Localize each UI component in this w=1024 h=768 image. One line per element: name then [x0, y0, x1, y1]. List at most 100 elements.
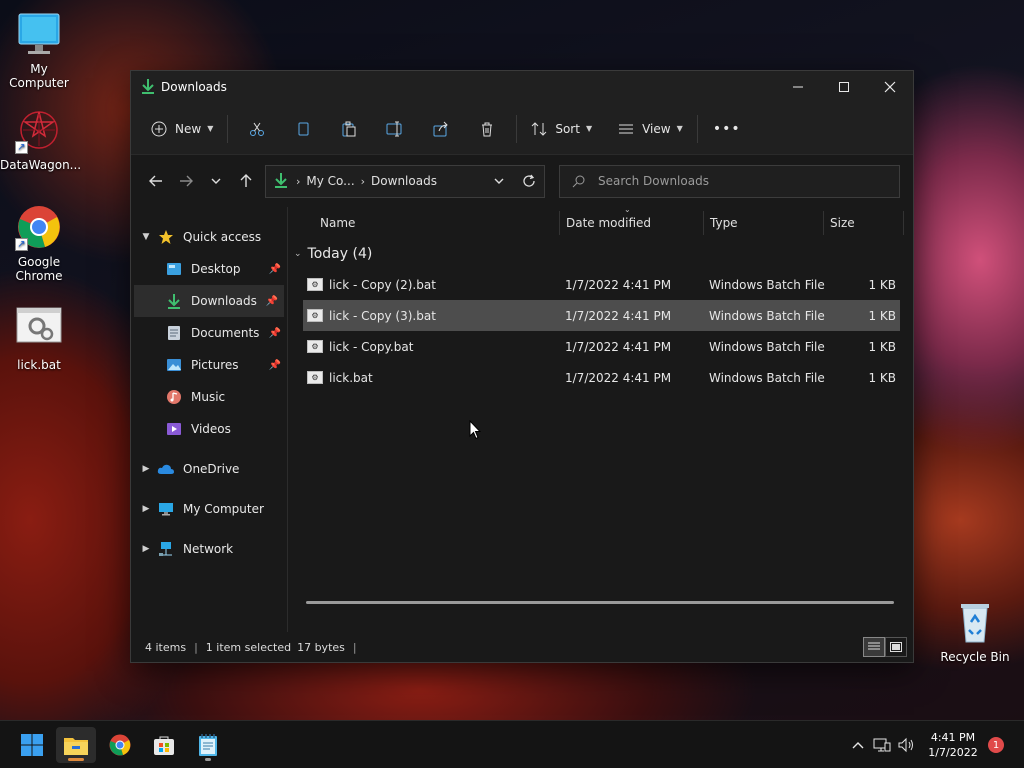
nav-label: Music — [191, 390, 226, 404]
file-row[interactable]: ⚙ lick - Copy (3).bat 1/7/2022 4:41 PM Wind… — [303, 300, 900, 331]
window-title: Downloads — [161, 80, 227, 94]
back-button[interactable] — [141, 166, 171, 196]
chevron-right-icon[interactable]: ▶ — [135, 464, 157, 474]
running-indicator — [205, 758, 211, 761]
forward-button[interactable] — [171, 166, 201, 196]
file-size: 1 KB — [868, 308, 896, 323]
nav-desktop[interactable]: Desktop 📌 — [131, 253, 287, 285]
file-size: 1 KB — [868, 370, 896, 385]
delete-button[interactable] — [464, 112, 510, 146]
batch-file-icon: ⚙ — [307, 371, 323, 384]
address-bar[interactable]: › My Co... › Downloads — [265, 164, 545, 198]
clock[interactable]: 4:41 PM 1/7/2022 — [922, 730, 984, 760]
batch-file-icon: ⚙ — [307, 340, 323, 353]
sort-indicator-icon: ⌄ — [624, 205, 631, 214]
large-icons-view-button[interactable] — [885, 637, 907, 657]
copy-button[interactable] — [280, 112, 326, 146]
file-name: lick - Copy.bat — [329, 339, 414, 354]
breadcrumb-downloads[interactable]: Downloads — [371, 174, 437, 188]
pin-icon: 📌 — [268, 263, 281, 275]
search-placeholder: Search Downloads — [598, 174, 709, 188]
nav-music[interactable]: Music — [131, 381, 287, 413]
horizontal-scrollbar[interactable] — [306, 601, 894, 604]
column-header-date[interactable]: ⌄ Date modified — [560, 205, 704, 235]
pin-icon: 📌 — [268, 359, 281, 371]
refresh-button[interactable] — [514, 166, 544, 196]
search-input[interactable]: Search Downloads — [559, 164, 900, 198]
nav-label: OneDrive — [183, 462, 240, 476]
show-hidden-icons-button[interactable] — [846, 740, 870, 750]
chevron-right-icon[interactable]: ▶ — [135, 504, 157, 514]
desktop-icon-chrome[interactable]: ↗ Google Chrome — [0, 203, 78, 283]
notification-badge[interactable]: 1 — [988, 737, 1004, 753]
nav-label: Quick access — [183, 230, 262, 244]
pictures-icon — [165, 357, 183, 373]
file-explorer-window: Downloads New ▼ Sort ▼ View ▼ ••• › My C… — [130, 70, 914, 663]
start-button[interactable] — [12, 727, 52, 763]
shortcut-arrow-icon: ↗ — [15, 238, 28, 251]
column-header-name[interactable]: Name — [288, 211, 560, 235]
chevron-down-icon: ⌄ — [294, 249, 302, 259]
nav-documents[interactable]: Documents 📌 — [131, 317, 287, 349]
chrome-icon: ↗ — [15, 203, 63, 251]
volume-button[interactable] — [894, 737, 918, 753]
paste-button[interactable] — [326, 112, 372, 146]
recent-locations-button[interactable] — [201, 166, 231, 196]
sort-button[interactable]: Sort ▼ — [523, 112, 600, 146]
new-button[interactable]: New ▼ — [143, 112, 221, 146]
column-header-type[interactable]: Type — [704, 211, 824, 235]
taskbar-notepad[interactable] — [188, 727, 228, 763]
taskbar-store[interactable] — [144, 727, 184, 763]
minimize-button[interactable] — [775, 71, 821, 103]
file-type: Windows Batch File — [709, 339, 825, 354]
nav-videos[interactable]: Videos — [131, 413, 287, 445]
desktop-icon-lick-bat[interactable]: lick.bat — [0, 306, 78, 372]
breadcrumb-my-computer[interactable]: My Co... — [306, 174, 354, 188]
desktop-icon-datawagon[interactable]: ↗ DataWagon... — [0, 106, 81, 172]
nav-label: Downloads — [191, 294, 257, 308]
chrome-icon — [109, 734, 131, 756]
monitor-icon — [15, 10, 63, 58]
details-view-button[interactable] — [863, 637, 885, 657]
file-date: 1/7/2022 4:41 PM — [565, 370, 672, 385]
up-button[interactable] — [231, 166, 261, 196]
close-button[interactable] — [867, 71, 913, 103]
desktop-icon-recycle-bin[interactable]: Recycle Bin — [936, 598, 1014, 664]
nav-pictures[interactable]: Pictures 📌 — [131, 349, 287, 381]
nav-label: Desktop — [191, 262, 241, 276]
nav-onedrive[interactable]: ▶ OneDrive — [131, 453, 287, 485]
cut-button[interactable] — [234, 112, 280, 146]
videos-icon — [165, 421, 183, 437]
chevron-right-icon[interactable]: ▶ — [135, 544, 157, 554]
nav-label: Documents — [191, 326, 260, 340]
maximize-button[interactable] — [821, 71, 867, 103]
taskbar-chrome[interactable] — [100, 727, 140, 763]
download-arrow-icon — [165, 293, 183, 309]
batch-file-icon: ⚙ — [307, 278, 323, 291]
network-status-button[interactable] — [870, 737, 894, 753]
file-row[interactable]: ⚙ lick - Copy (2).bat 1/7/2022 4:41 PM Wind… — [303, 269, 900, 300]
nav-network[interactable]: ▶ Network — [131, 533, 287, 565]
nav-quick-access[interactable]: ▼ Quick access — [131, 221, 287, 253]
view-button[interactable]: View ▼ — [610, 112, 691, 146]
arrow-right-icon — [180, 175, 193, 187]
group-header-today[interactable]: ⌄ Today (4) — [288, 239, 913, 269]
share-button[interactable] — [418, 112, 464, 146]
file-row[interactable]: ⚙ lick.bat 1/7/2022 4:41 PM Windows Batch F… — [303, 362, 900, 393]
more-options-button[interactable]: ••• — [704, 112, 750, 146]
title-bar[interactable]: Downloads — [131, 71, 913, 103]
file-size: 1 KB — [868, 277, 896, 292]
taskbar-file-explorer[interactable] — [56, 727, 96, 763]
nav-downloads[interactable]: Downloads 📌 — [134, 285, 284, 317]
view-label: View — [642, 121, 671, 136]
file-row[interactable]: ⚙ lick - Copy.bat 1/7/2022 4:41 PM Windows … — [303, 331, 900, 362]
network-icon — [873, 738, 891, 752]
rename-button[interactable] — [372, 112, 418, 146]
nav-my-computer[interactable]: ▶ My Computer — [131, 493, 287, 525]
desktop-icon-label: Recycle Bin — [940, 650, 1010, 664]
desktop-icon-my-computer[interactable]: My Computer — [0, 10, 78, 90]
column-header-size[interactable]: Size — [824, 211, 904, 235]
chevron-down-icon[interactable]: ▼ — [135, 232, 157, 242]
download-arrow-icon — [141, 78, 155, 97]
address-history-button[interactable] — [484, 166, 514, 196]
